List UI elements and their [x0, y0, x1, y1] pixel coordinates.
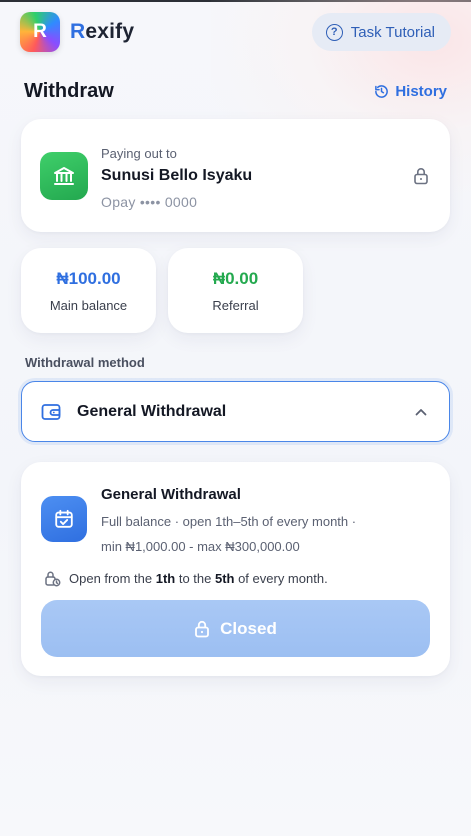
question-circle-icon: ? [325, 23, 343, 41]
top-edge-line [0, 0, 471, 2]
clock-lock-icon [45, 571, 61, 587]
closed-button-label: Closed [220, 618, 277, 638]
task-tutorial-button[interactable]: ? Task Tutorial [311, 13, 451, 51]
history-label: History [395, 83, 447, 100]
brand[interactable]: R Rexify [20, 12, 134, 52]
payout-name: Sunusi Bello Isyaku [101, 167, 253, 184]
payout-account: Opay •••• 0000 [101, 194, 198, 210]
app-header: R Rexify ? Task Tutorial [20, 12, 451, 52]
main-balance-amount: ₦100.00 [56, 269, 121, 288]
brand-name: Rexify [70, 20, 135, 43]
referral-balance-amount: ₦0.00 [212, 269, 259, 288]
method-detail-card: General Withdrawal Full balance · open 1… [21, 462, 450, 676]
history-icon [375, 85, 389, 98]
lock-icon [195, 620, 210, 637]
withdrawal-method-select[interactable]: General Withdrawal [21, 381, 450, 442]
calendar-check-icon [41, 496, 87, 542]
payout-card: Paying out to Sunusi Bello Isyaku Opay •… [21, 119, 450, 232]
open-period-note: Open from the 1th to the 5th of every mo… [43, 569, 328, 587]
withdrawal-method-value: General Withdrawal [77, 403, 227, 420]
history-link[interactable]: History [374, 83, 447, 100]
withdrawal-method-label: Withdrawal method [25, 355, 145, 370]
referral-balance-card: ₦0.00 Referral [168, 248, 303, 333]
closed-button[interactable]: Closed [41, 600, 430, 657]
bank-icon [40, 152, 88, 200]
main-balance-caption: Main balance [49, 298, 128, 313]
main-balance-card: ₦100.00 Main balance [21, 248, 156, 333]
open-period-text: Open from the 1th to the 5th of every mo… [69, 570, 328, 586]
page-title: Withdraw [24, 80, 114, 102]
method-description-line2: min ₦1,000.00 - max ₦300,000.00 [101, 539, 300, 554]
page-title-row: Withdraw History [24, 80, 447, 103]
task-tutorial-label: Task Tutorial [350, 23, 435, 41]
wallet-icon [41, 404, 61, 420]
method-title: General Withdrawal [101, 486, 241, 503]
payout-label: Paying out to [101, 146, 177, 161]
method-description-line1: Full balance · open 1th–5th of every mon… [101, 514, 357, 529]
chevron-up-icon [415, 409, 427, 416]
app-logo: R [20, 12, 60, 52]
lock-icon [414, 168, 428, 185]
referral-balance-caption: Referral [212, 298, 259, 313]
